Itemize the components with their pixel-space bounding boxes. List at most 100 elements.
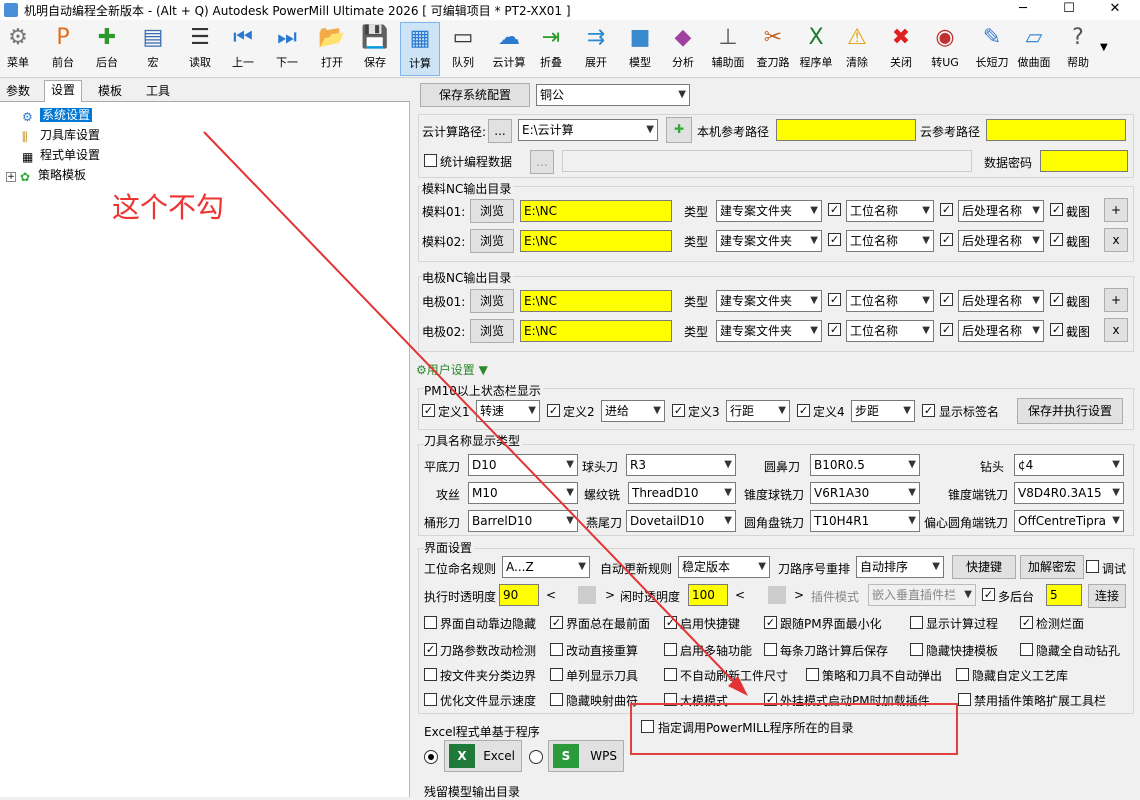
plugin-mode-select[interactable]: 嵌入垂直插件栏 ▼ — [868, 584, 976, 606]
electrode-2-type-select[interactable]: 建专案文件夹 ▼ — [716, 320, 822, 342]
status-def3-select[interactable]: 行距 ▼ — [726, 400, 790, 422]
multi-bg-checkbox[interactable]: ✓ — [982, 588, 995, 601]
save-exec-button[interactable]: 保存并执行设置 — [1017, 398, 1123, 424]
mold-1-type-select[interactable]: 建专案文件夹 ▼ — [716, 200, 822, 222]
tool-2-2-select[interactable]: ThreadD10 ▼ — [628, 482, 736, 504]
tool-3-3-select[interactable]: T10H4R1 ▼ — [810, 510, 920, 532]
tool-2-1-select[interactable]: M10 ▼ — [468, 482, 578, 504]
debug-checkbox[interactable] — [1086, 560, 1099, 573]
add-path-button[interactable]: ✚ — [666, 117, 692, 143]
stats-path-input[interactable] — [562, 150, 972, 172]
idle-trans-input[interactable]: 100 — [688, 584, 728, 606]
electrode-1-screenshot-checkbox[interactable]: ✓ — [1050, 293, 1063, 306]
maximize-button[interactable]: ☐ — [1046, 0, 1092, 20]
option-2-2-checkbox[interactable] — [550, 643, 563, 656]
electrode-1-pos-checkbox[interactable]: ✓ — [828, 293, 841, 306]
option-4-5-checkbox[interactable] — [958, 693, 971, 706]
toolbar-button-17[interactable]: ⊥ 辅助面 — [708, 22, 748, 76]
option-2-6-checkbox[interactable] — [1020, 643, 1033, 656]
toolbar-button-9[interactable]: 💾 保存 — [358, 22, 392, 76]
toolbar-button-21[interactable]: ✖ 关闭 — [884, 22, 918, 76]
electrode-2-browse-button[interactable]: 浏览 — [470, 319, 514, 343]
stats-checkbox[interactable] — [424, 154, 437, 167]
mold-2-type-select[interactable]: 建专案文件夹 ▼ — [716, 230, 822, 252]
tab-params[interactable]: 参数 — [0, 82, 36, 102]
electrode-2-post-select[interactable]: 后处理名称 ▼ — [958, 320, 1044, 342]
option-2-1-checkbox[interactable]: ✓ — [424, 643, 437, 656]
exec-trans-decrease[interactable]: < — [546, 588, 556, 602]
option-1-3-checkbox[interactable]: ✓ — [664, 616, 677, 629]
mold-2-screenshot-checkbox[interactable]: ✓ — [1050, 233, 1063, 246]
option-1-2-checkbox[interactable]: ✓ — [550, 616, 563, 629]
tool-2-4-select[interactable]: V8D4R0.3A15 ▼ — [1014, 482, 1124, 504]
save-config-button[interactable]: 保存系统配置 — [420, 83, 530, 107]
option-2-3-checkbox[interactable] — [664, 643, 677, 656]
mold-1-browse-button[interactable]: 浏览 — [470, 199, 514, 223]
user-settings-toggle[interactable]: ⚙用户设置 ▼ — [416, 361, 488, 378]
data-password-input[interactable] — [1040, 150, 1128, 172]
mold-1-screenshot-checkbox[interactable]: ✓ — [1050, 203, 1063, 216]
mold-2-pos-select[interactable]: 工位名称 ▼ — [846, 230, 934, 252]
tab-tools[interactable]: 工具 — [140, 82, 176, 102]
cloud-path-select[interactable]: E:\云计算 ▼ — [518, 119, 658, 141]
toolbar-button-7[interactable]: ⏭ 下一 — [270, 22, 304, 76]
mold-1-add-button[interactable]: + — [1104, 198, 1128, 222]
electrode-2-remove-button[interactable]: x — [1104, 318, 1128, 342]
status-def4-checkbox[interactable]: ✓ — [797, 404, 810, 417]
option-1-5-checkbox[interactable] — [910, 616, 923, 629]
toolbar-button-18[interactable]: ✂ 查刀路 — [754, 22, 792, 76]
electrode-2-screenshot-checkbox[interactable]: ✓ — [1050, 323, 1063, 336]
exec-trans-slider[interactable] — [578, 586, 596, 604]
option-2-5-checkbox[interactable] — [910, 643, 923, 656]
option-4-1-checkbox[interactable] — [424, 693, 437, 706]
toolbar-button-22[interactable]: ◉ 转UG — [928, 22, 962, 76]
toolbar-button-11[interactable]: ▭ 队列 — [444, 22, 482, 76]
exec-trans-input[interactable]: 90 — [499, 584, 539, 606]
electrode-1-pos-select[interactable]: 工位名称 ▼ — [846, 290, 934, 312]
option-1-4-checkbox[interactable]: ✓ — [764, 616, 777, 629]
tab-templates[interactable]: 模板 — [92, 82, 128, 102]
tool-3-2-select[interactable]: DovetailD10 ▼ — [626, 510, 736, 532]
toolbar-button-19[interactable]: X 程序单 — [796, 22, 836, 76]
mold-2-remove-button[interactable]: x — [1104, 228, 1128, 252]
tool-1-4-select[interactable]: ¢4 ▼ — [1014, 454, 1124, 476]
mold-2-post-select[interactable]: 后处理名称 ▼ — [958, 230, 1044, 252]
option-3-2-checkbox[interactable] — [550, 668, 563, 681]
toolbar-button-13[interactable]: ⇥ 折叠 — [534, 22, 568, 76]
toolbar-button-4[interactable]: ▤ 宏 — [136, 22, 170, 76]
electrode-2-post-checkbox[interactable]: ✓ — [940, 323, 953, 336]
status-def1-select[interactable]: 转速 ▼ — [476, 400, 540, 422]
exec-trans-increase[interactable]: > — [605, 588, 615, 602]
mold-1-pos-checkbox[interactable]: ✓ — [828, 203, 841, 216]
status-def1-checkbox[interactable]: ✓ — [422, 404, 435, 417]
minimize-button[interactable]: ─ — [1000, 0, 1046, 20]
mold-2-post-checkbox[interactable]: ✓ — [940, 233, 953, 246]
toolbar-button-2[interactable]: P 前台 — [46, 22, 80, 76]
tree-item-strategy-templates[interactable]: + ✿ 策略模板 — [6, 166, 86, 184]
close-window-button[interactable]: ✕ — [1092, 0, 1138, 20]
mold-1-pos-select[interactable]: 工位名称 ▼ — [846, 200, 934, 222]
stats-browse-button[interactable]: ... — [530, 150, 554, 174]
toolbar-button-1[interactable]: ⚙ 菜单 — [2, 22, 34, 76]
toolbar-button-15[interactable]: ■ 模型 — [622, 22, 658, 76]
electrode-1-post-checkbox[interactable]: ✓ — [940, 293, 953, 306]
electrode-1-browse-button[interactable]: 浏览 — [470, 289, 514, 313]
idle-trans-slider[interactable] — [768, 586, 786, 604]
tool-3-4-select[interactable]: OffCentreTipra ▼ — [1014, 510, 1124, 532]
toolbar-button-20[interactable]: ⚠ 清除 — [840, 22, 874, 76]
status-def2-select[interactable]: 进给 ▼ — [601, 400, 665, 422]
status-def4-select[interactable]: 步距 ▼ — [851, 400, 915, 422]
shortcut-button[interactable]: 快捷键 — [952, 555, 1016, 579]
electrode-2-path-input[interactable]: E:\NC — [520, 320, 672, 342]
toolbar-button-25[interactable]: ? 帮助 — [1060, 22, 1096, 76]
excel-button[interactable]: X Excel — [444, 740, 522, 772]
tree-item-program-sheet[interactable]: ▦ 程式单设置 — [22, 146, 100, 164]
tree-item-system-settings[interactable]: ⚙ 系统设置 — [22, 106, 93, 124]
option-3-1-checkbox[interactable] — [424, 668, 437, 681]
mold-1-post-select[interactable]: 后处理名称 ▼ — [958, 200, 1044, 222]
naming-select[interactable]: A...Z ▼ — [502, 556, 590, 578]
idle-trans-increase[interactable]: > — [794, 588, 804, 602]
toolbar-overflow-icon[interactable]: ▼ — [1100, 42, 1108, 53]
expand-icon[interactable]: + — [6, 172, 16, 182]
multi-bg-input[interactable]: 5 — [1046, 584, 1082, 606]
